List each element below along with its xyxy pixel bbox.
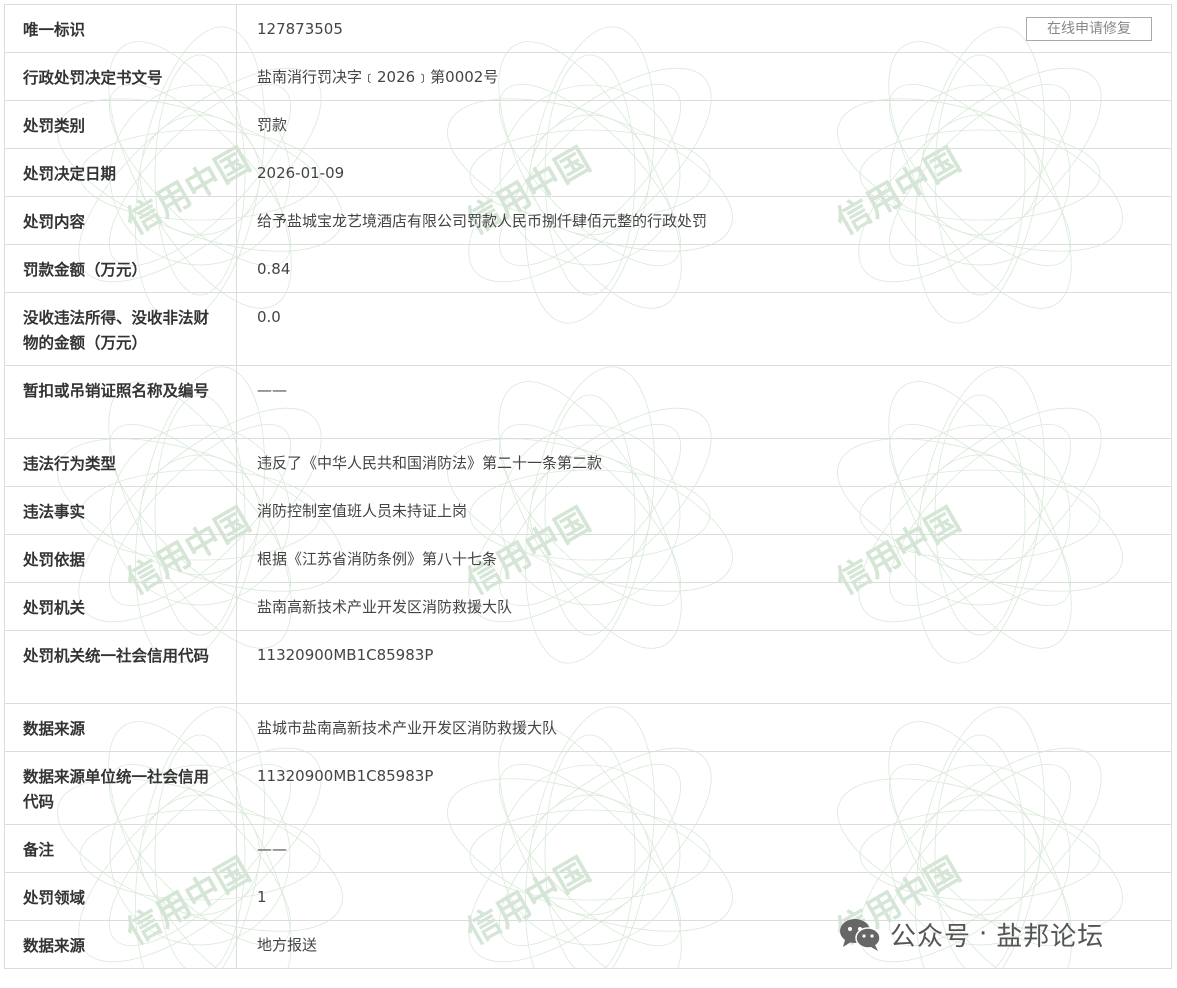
row-penalty-type: 处罚类别 罚款 bbox=[5, 101, 1171, 149]
credit-record-table: 信用中国 信用中国 信用中国 信用中国 信用中国 信用中国 信用中国 信用中国 … bbox=[4, 4, 1172, 969]
field-label: 唯一标识 bbox=[5, 5, 237, 52]
field-value: 盐南消行罚决字﹝2026﹞第0002号 bbox=[257, 68, 499, 86]
field-label: 处罚决定日期 bbox=[5, 149, 237, 196]
row-remarks: 备注 —— bbox=[5, 825, 1171, 873]
row-decision-number: 行政处罚决定书文号 盐南消行罚决字﹝2026﹞第0002号 bbox=[5, 53, 1171, 101]
field-label: 罚款金额（万元） bbox=[5, 245, 237, 292]
row-license-suspension: 暂扣或吊销证照名称及编号 —— bbox=[5, 366, 1171, 439]
row-data-source: 数据来源 盐城市盐南高新技术产业开发区消防救援大队 bbox=[5, 704, 1171, 752]
field-value: 0.0 bbox=[257, 308, 281, 326]
wechat-account-name: 盐邦论坛 bbox=[996, 921, 1105, 952]
row-unique-id: 唯一标识 127873505 在线申请修复 bbox=[5, 5, 1171, 53]
field-label: 违法事实 bbox=[5, 487, 237, 534]
field-value: 11320900MB1C85983P bbox=[257, 767, 434, 785]
field-value: —— bbox=[257, 840, 287, 858]
field-label: 数据来源单位统一社会信用代码 bbox=[5, 752, 237, 824]
field-label: 暂扣或吊销证照名称及编号 bbox=[5, 366, 237, 438]
field-value: —— bbox=[257, 381, 287, 399]
field-value: 11320900MB1C85983P bbox=[257, 646, 434, 664]
field-label: 处罚领域 bbox=[5, 873, 237, 920]
field-value: 盐南高新技术产业开发区消防救援大队 bbox=[257, 598, 513, 616]
row-violation-facts: 违法事实 消防控制室值班人员未持证上岗 bbox=[5, 487, 1171, 535]
field-value-text: 127873505 bbox=[257, 20, 343, 38]
apply-repair-button[interactable]: 在线申请修复 bbox=[1026, 17, 1152, 41]
row-violation-type: 违法行为类型 违反了《中华人民共和国消防法》第二十一条第二款 bbox=[5, 439, 1171, 487]
field-label: 数据来源 bbox=[5, 921, 237, 968]
row-authority-credit-code: 处罚机关统一社会信用代码 11320900MB1C85983P bbox=[5, 631, 1171, 704]
field-label: 没收违法所得、没收非法财物的金额（万元） bbox=[5, 293, 237, 365]
field-value: 127873505 在线申请修复 bbox=[237, 5, 1171, 52]
row-source-credit-code: 数据来源单位统一社会信用代码 11320900MB1C85983P bbox=[5, 752, 1171, 825]
field-label: 备注 bbox=[5, 825, 237, 872]
field-value: 1 bbox=[257, 888, 267, 906]
field-value: 0.84 bbox=[257, 260, 291, 278]
field-label: 数据来源 bbox=[5, 704, 237, 751]
field-value: 给予盐城宝龙艺境酒店有限公司罚款人民币捌仟肆佰元整的行政处罚 bbox=[257, 212, 708, 230]
field-label: 处罚机关统一社会信用代码 bbox=[5, 631, 237, 703]
row-penalty-content: 处罚内容 给予盐城宝龙艺境酒店有限公司罚款人民币捌仟肆佰元整的行政处罚 bbox=[5, 197, 1171, 245]
field-label: 处罚机关 bbox=[5, 583, 237, 630]
field-label: 行政处罚决定书文号 bbox=[5, 53, 237, 100]
field-label: 处罚依据 bbox=[5, 535, 237, 582]
field-label: 处罚类别 bbox=[5, 101, 237, 148]
wechat-account-mark: 公众号 · 盐邦论坛 bbox=[838, 914, 1104, 954]
wechat-separator: · bbox=[979, 919, 989, 949]
field-value: 2026-01-09 bbox=[257, 164, 345, 182]
field-value: 盐城市盐南高新技术产业开发区消防救援大队 bbox=[257, 719, 558, 737]
row-decision-date: 处罚决定日期 2026-01-09 bbox=[5, 149, 1171, 197]
field-value: 消防控制室值班人员未持证上岗 bbox=[257, 502, 468, 520]
field-label: 违法行为类型 bbox=[5, 439, 237, 486]
row-penalty-basis: 处罚依据 根据《江苏省消防条例》第八十七条 bbox=[5, 535, 1171, 583]
row-penalty-authority: 处罚机关 盐南高新技术产业开发区消防救援大队 bbox=[5, 583, 1171, 631]
row-confiscation-amount: 没收违法所得、没收非法财物的金额（万元） 0.0 bbox=[5, 293, 1171, 366]
row-fine-amount: 罚款金额（万元） 0.84 bbox=[5, 245, 1171, 293]
field-value: 罚款 bbox=[257, 116, 288, 134]
field-value: 根据《江苏省消防条例》第八十七条 bbox=[257, 550, 498, 568]
wechat-prefix: 公众号 bbox=[890, 921, 972, 952]
wechat-icon bbox=[840, 919, 881, 951]
field-value: 违反了《中华人民共和国消防法》第二十一条第二款 bbox=[257, 454, 603, 472]
field-label: 处罚内容 bbox=[5, 197, 237, 244]
